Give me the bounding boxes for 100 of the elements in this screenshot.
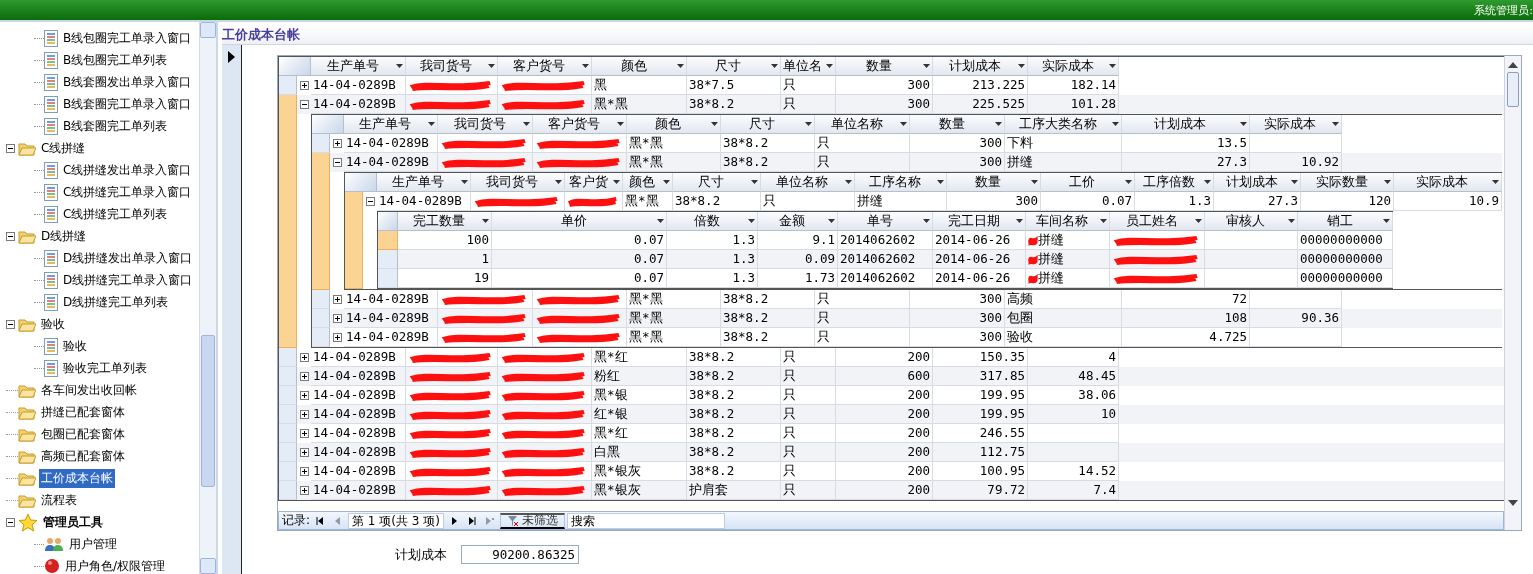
column-header[interactable]: 单位名称	[761, 173, 855, 192]
collapse-icon[interactable]	[6, 231, 15, 241]
column-header[interactable]: 倍数	[667, 212, 758, 231]
collapse-icon[interactable]	[299, 100, 309, 109]
tree-item[interactable]: 拼缝已配套窗体	[39, 402, 127, 422]
column-header[interactable]: 实际成本	[1028, 57, 1119, 76]
dropdown-caret-icon[interactable]	[617, 122, 624, 126]
tree-item[interactable]: 验收	[61, 336, 89, 356]
collapse-icon[interactable]	[332, 158, 342, 167]
tree-item[interactable]: 流程表	[39, 490, 79, 510]
dropdown-caret-icon[interactable]	[428, 122, 435, 126]
column-header[interactable]: 完工数量	[398, 212, 492, 231]
dropdown-caret-icon[interactable]	[1018, 64, 1025, 68]
dropdown-caret-icon[interactable]	[1016, 219, 1023, 223]
expand-icon[interactable]	[299, 372, 309, 381]
expand-icon[interactable]	[299, 467, 309, 476]
tree-item[interactable]: 工价成本台帐	[39, 468, 115, 488]
tree-item[interactable]: D线拼缝完工单录入窗口	[61, 270, 195, 290]
column-header[interactable]: 数量	[947, 173, 1041, 192]
vertical-scrollbar[interactable]	[199, 22, 216, 574]
tree-item[interactable]: 验收完工单列表	[61, 358, 149, 378]
tree-item[interactable]: 验收	[39, 314, 67, 334]
column-header[interactable]: 我司货号	[406, 57, 498, 76]
dropdown-caret-icon[interactable]	[1240, 122, 1247, 126]
dropdown-caret-icon[interactable]	[995, 122, 1002, 126]
column-header[interactable]: 实际数量	[1301, 173, 1394, 192]
tree-item[interactable]: 用户角色/权限管理	[63, 556, 168, 574]
column-header[interactable]: 完工日期	[933, 212, 1026, 231]
column-header[interactable]: 计划成本	[1214, 173, 1301, 192]
dropdown-caret-icon[interactable]	[657, 219, 664, 223]
tree-item[interactable]: C线拼缝	[39, 138, 88, 158]
dropdown-caret-icon[interactable]	[1100, 219, 1107, 223]
column-header[interactable]: 审核人	[1205, 212, 1298, 231]
column-header[interactable]: 生产单号	[344, 115, 438, 134]
dropdown-caret-icon[interactable]	[523, 122, 530, 126]
column-header[interactable]: 颜色	[627, 115, 721, 134]
dropdown-caret-icon[interactable]	[1291, 180, 1298, 184]
dropdown-caret-icon[interactable]	[826, 64, 833, 68]
column-header[interactable]: 尺寸	[673, 173, 761, 192]
column-header[interactable]: 颜色	[592, 57, 687, 76]
dropdown-caret-icon[interactable]	[900, 122, 907, 126]
dropdown-caret-icon[interactable]	[1195, 219, 1202, 223]
tree-item[interactable]: D线拼缝完工单列表	[61, 292, 171, 312]
expand-icon[interactable]	[299, 391, 309, 400]
dropdown-caret-icon[interactable]	[613, 180, 620, 184]
column-header[interactable]: 客户货号	[498, 57, 592, 76]
dropdown-caret-icon[interactable]	[1384, 180, 1391, 184]
search-field[interactable]: 搜索	[566, 512, 725, 529]
tree-item[interactable]: D线拼缝	[39, 226, 89, 246]
dropdown-caret-icon[interactable]	[748, 219, 755, 223]
column-header[interactable]: 客户货号	[533, 115, 627, 134]
dropdown-caret-icon[interactable]	[751, 180, 758, 184]
column-header[interactable]: 单位名称	[815, 115, 910, 134]
dropdown-caret-icon[interactable]	[923, 64, 930, 68]
dropdown-caret-icon[interactable]	[937, 180, 944, 184]
expand-icon[interactable]	[299, 353, 309, 362]
tree-item[interactable]: B线套圈完工单录入窗口	[61, 94, 194, 114]
column-header[interactable]: 销工	[1298, 212, 1393, 231]
dropdown-caret-icon[interactable]	[845, 180, 852, 184]
column-header[interactable]: 生产单号	[311, 57, 406, 76]
tree-item[interactable]: 用户管理	[67, 534, 119, 554]
dropdown-caret-icon[interactable]	[582, 64, 589, 68]
column-header[interactable]: 我司货号	[438, 115, 533, 134]
column-header[interactable]: 计划成本	[1122, 115, 1250, 134]
column-header[interactable]: 单价	[492, 212, 667, 231]
tree-item[interactable]: B线包圈完工单录入窗口	[61, 28, 194, 48]
column-header[interactable]: 员工姓名	[1110, 212, 1205, 231]
column-header[interactable]: 实际成本	[1394, 173, 1502, 192]
column-header[interactable]: 工价	[1041, 173, 1135, 192]
tree-item[interactable]: B线包圈完工单列表	[61, 50, 170, 70]
dropdown-caret-icon[interactable]	[555, 180, 562, 184]
dropdown-caret-icon[interactable]	[923, 219, 930, 223]
column-header[interactable]: 生产单号	[377, 173, 471, 192]
column-header[interactable]: 金额	[758, 212, 838, 231]
dropdown-caret-icon[interactable]	[1383, 219, 1390, 223]
dropdown-caret-icon[interactable]	[828, 219, 835, 223]
tree-item[interactable]: C线拼缝完工单列表	[61, 204, 170, 224]
collapse-icon[interactable]	[6, 319, 15, 329]
column-header[interactable]: 实际成本	[1250, 115, 1342, 134]
record-position-field[interactable]: 第 1 项(共 3 项)	[348, 512, 444, 529]
column-header[interactable]: 单位名	[781, 57, 836, 76]
filter-button[interactable]: 未筛选	[499, 512, 565, 529]
column-header[interactable]: 尺寸	[721, 115, 815, 134]
dropdown-caret-icon[interactable]	[1031, 180, 1038, 184]
tree-item[interactable]: D线拼缝发出单录入窗口	[61, 248, 195, 268]
tree-item[interactable]: 各车间发出收回帐	[39, 380, 139, 400]
tree-item[interactable]: C线拼缝完工单录入窗口	[61, 182, 194, 202]
tree-item[interactable]: 高频已配套窗体	[39, 446, 127, 466]
tree-item[interactable]: 管理员工具	[41, 512, 105, 532]
dropdown-caret-icon[interactable]	[1332, 122, 1339, 126]
dropdown-caret-icon[interactable]	[677, 64, 684, 68]
expand-icon[interactable]	[299, 81, 309, 90]
collapse-icon[interactable]	[6, 143, 15, 153]
dropdown-caret-icon[interactable]	[488, 64, 495, 68]
column-header[interactable]: 单号	[838, 212, 933, 231]
column-header[interactable]: 工序大类名称	[1005, 115, 1122, 134]
dropdown-caret-icon[interactable]	[1204, 180, 1211, 184]
column-header[interactable]: 尺寸	[687, 57, 781, 76]
column-header[interactable]: 工序倍数	[1135, 173, 1214, 192]
expand-icon[interactable]	[299, 448, 309, 457]
